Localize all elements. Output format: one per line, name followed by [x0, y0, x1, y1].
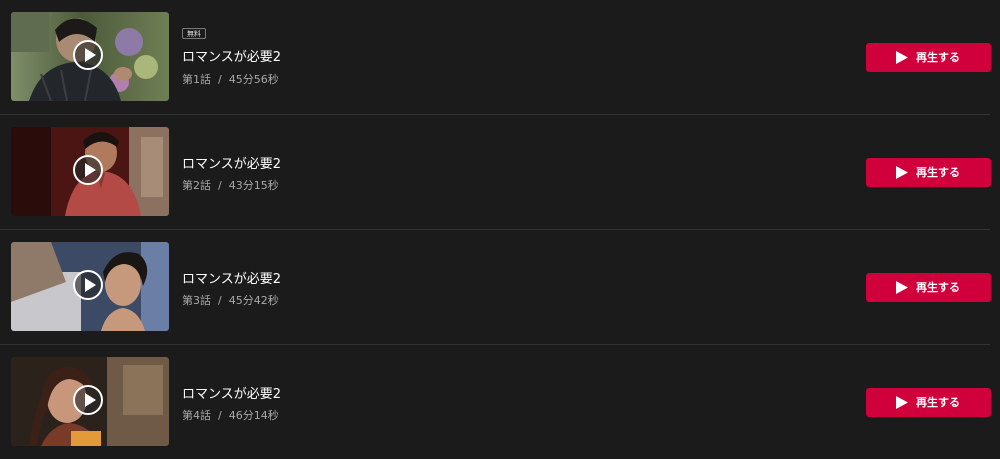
episode-meta: 第3話 / 45分42秒 [182, 292, 279, 308]
episode-title[interactable]: ロマンスが必要2 [182, 46, 281, 65]
episode-thumbnail-4[interactable] [11, 357, 169, 446]
play-button[interactable]: 再生する [866, 388, 991, 417]
episode-number: 第2話 [182, 179, 211, 192]
episode-row-1[interactable]: 無料 ロマンスが必要2 第1話 / 45分56秒 再生する [0, 12, 991, 102]
episode-number: 第1話 [182, 73, 211, 86]
play-circle-icon [73, 385, 103, 415]
episode-title[interactable]: ロマンスが必要2 [182, 383, 281, 402]
episode-number: 第3話 [182, 294, 211, 307]
play-triangle-icon [896, 166, 908, 179]
episode-duration: 46分14秒 [228, 409, 279, 422]
play-circle-icon [73, 155, 103, 185]
meta-separator: / [218, 179, 222, 192]
episode-title[interactable]: ロマンスが必要2 [182, 153, 281, 172]
play-triangle-icon [896, 51, 908, 64]
play-button-label: 再生する [916, 281, 960, 294]
episode-meta: 第1話 / 45分56秒 [182, 71, 279, 87]
row-divider [0, 344, 990, 345]
meta-separator: / [218, 294, 222, 307]
episode-meta: 第2話 / 43分15秒 [182, 177, 279, 193]
play-button[interactable]: 再生する [866, 273, 991, 302]
episode-duration: 43分15秒 [228, 179, 279, 192]
episode-list: 無料 ロマンスが必要2 第1話 / 45分56秒 再生する ロマンスが必要2 第… [0, 0, 1000, 459]
play-circle-icon [73, 270, 103, 300]
episode-title[interactable]: ロマンスが必要2 [182, 268, 281, 287]
play-button-label: 再生する [916, 166, 960, 179]
play-triangle-icon [896, 396, 908, 409]
meta-separator: / [218, 73, 222, 86]
play-button[interactable]: 再生する [866, 158, 991, 187]
episode-meta: 第4話 / 46分14秒 [182, 407, 279, 423]
episode-thumbnail-1[interactable] [11, 12, 169, 101]
meta-separator: / [218, 409, 222, 422]
play-button[interactable]: 再生する [866, 43, 991, 72]
episode-row-3[interactable]: ロマンスが必要2 第3話 / 45分42秒 再生する [0, 242, 991, 332]
play-triangle-icon [896, 281, 908, 294]
free-badge: 無料 [182, 28, 206, 39]
episode-number: 第4話 [182, 409, 211, 422]
play-circle-icon [73, 40, 103, 70]
row-divider [0, 229, 990, 230]
row-divider [0, 114, 990, 115]
episode-thumbnail-3[interactable] [11, 242, 169, 331]
play-button-label: 再生する [916, 51, 960, 64]
episode-row-2[interactable]: ロマンスが必要2 第2話 / 43分15秒 再生する [0, 127, 991, 217]
episode-row-4[interactable]: ロマンスが必要2 第4話 / 46分14秒 再生する [0, 357, 991, 447]
play-button-label: 再生する [916, 396, 960, 409]
episode-thumbnail-2[interactable] [11, 127, 169, 216]
episode-duration: 45分42秒 [228, 294, 279, 307]
episode-duration: 45分56秒 [228, 73, 279, 86]
